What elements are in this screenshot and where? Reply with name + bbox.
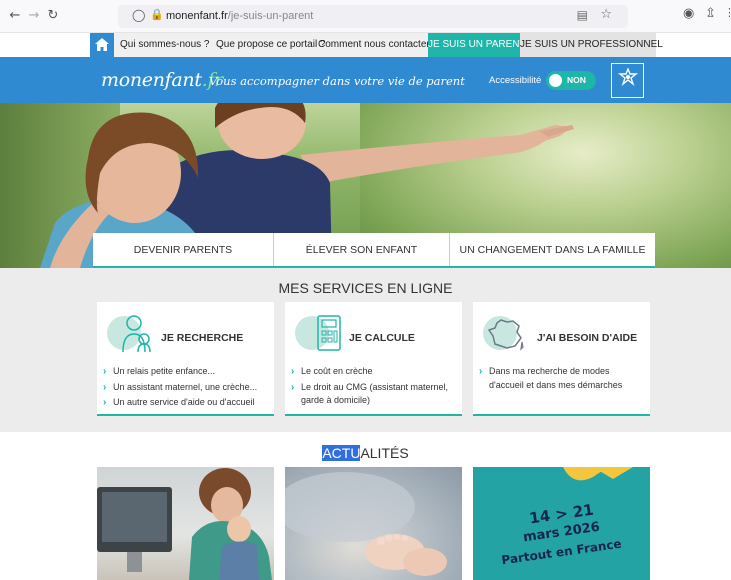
- card-links: › Un relais petite enfance... › Un assista…: [103, 365, 271, 412]
- site-logo[interactable]: monenfant.fr: [101, 69, 223, 91]
- news-card[interactable]: [97, 467, 274, 580]
- card-links: › Dans ma recherche de modes d'accueil et…: [479, 365, 639, 394]
- chevron-right-icon: ›: [479, 366, 483, 377]
- chevron-right-icon: ›: [291, 381, 295, 393]
- service-card-besoin-aide[interactable]: J'AI BESOIN D'AIDE › Dans ma recherche de…: [473, 302, 650, 416]
- site-tagline: Vous accompagner dans votre vie de paren…: [209, 74, 465, 88]
- nav-je-suis-parent[interactable]: JE SUIS UN PARENT: [428, 33, 526, 57]
- service-card-je-recherche[interactable]: JE RECHERCHE › Un relais petite enfance..…: [97, 302, 274, 416]
- nav-je-suis-professionnel[interactable]: JE SUIS UN PROFESSIONNEL: [520, 33, 663, 57]
- services-title: MES SERVICES EN LIGNE: [278, 280, 453, 296]
- site-header: monenfant.fr Vous accompagner dans votre…: [0, 57, 731, 103]
- reload-icon[interactable]: ↻: [44, 7, 62, 25]
- card-link[interactable]: › Un relais petite enfance...: [103, 365, 271, 379]
- card-link[interactable]: › Le coût en crèche: [291, 365, 459, 379]
- chevron-right-icon: ›: [103, 366, 107, 377]
- card-link[interactable]: › Un assistant maternel, une crèche...: [103, 381, 271, 395]
- top-navigation: Qui sommes-nous ? Que propose ce portail…: [90, 33, 663, 57]
- account-icon[interactable]: ◉: [683, 6, 694, 21]
- news-title: ACTUALITÉS: [322, 445, 409, 461]
- menu-icon[interactable]: ⋮: [724, 6, 731, 19]
- nav-qui-sommes-nous[interactable]: Qui sommes-nous ?: [120, 33, 209, 57]
- home-icon: [95, 38, 109, 51]
- parent-child-icon: [122, 315, 151, 353]
- nav-contact[interactable]: Comment nous contacter ?: [318, 33, 438, 57]
- tab-elever-son-enfant[interactable]: ÉLEVER SON ENFANT: [274, 233, 449, 266]
- card-title: J'AI BESOIN D'AIDE: [537, 332, 638, 344]
- accessibility-toggle[interactable]: NON: [546, 71, 596, 90]
- news-photo-mother-computer: [97, 468, 272, 580]
- bookmark-star-icon[interactable]: ☆: [600, 7, 612, 22]
- news-card[interactable]: 14 > 21 mars 2026 Partout en France: [473, 467, 650, 580]
- reader-view-icon[interactable]: ▤: [577, 8, 588, 22]
- caf-emblem-icon: [618, 68, 638, 86]
- news-card[interactable]: [285, 467, 462, 580]
- news-photo-baby-feet: [285, 472, 447, 576]
- card-title: JE CALCULE: [349, 332, 415, 344]
- france-map-icon: [487, 319, 524, 351]
- url-text[interactable]: monenfant.fr/je-suis-un-parent: [166, 10, 313, 22]
- card-link[interactable]: › Dans ma recherche de modes d'accueil et…: [479, 365, 639, 392]
- tab-devenir-parents[interactable]: DEVENIR PARENTS: [93, 233, 273, 266]
- tab-changement-famille[interactable]: UN CHANGEMENT DANS LA FAMILLE: [450, 233, 655, 266]
- address-bar[interactable]: ◯ 🔒 monenfant.fr/je-suis-un-parent ▤ ☆: [118, 5, 628, 28]
- accessibility-value: NON: [567, 75, 586, 85]
- card-title: JE RECHERCHE: [161, 332, 244, 344]
- back-icon[interactable]: ←: [6, 7, 24, 25]
- card-link[interactable]: › Le droit au CMG (assistant maternel, ga…: [291, 381, 459, 408]
- caf-logo[interactable]: [611, 63, 644, 98]
- forward-icon[interactable]: →: [25, 7, 43, 25]
- card-link[interactable]: › Un autre service d'aide ou d'accueil: [103, 396, 271, 410]
- services-section: MES SERVICES EN LIGNE JE RECHERCHE › Un r…: [0, 268, 731, 432]
- accessibility-label: Accessibilité: [489, 75, 542, 86]
- calculator-icon: [317, 315, 341, 351]
- chevron-right-icon: ›: [291, 366, 295, 377]
- home-button[interactable]: [90, 33, 114, 57]
- service-card-je-calcule[interactable]: JE CALCULE › Le coût en crèche › Le droit …: [285, 302, 462, 416]
- browser-toolbar: ← → ↻ ◯ 🔒 monenfant.fr/je-suis-un-parent…: [0, 0, 731, 33]
- category-tabs: DEVENIR PARENTS ÉLEVER SON ENFANT UN CHA…: [93, 233, 655, 268]
- toggle-knob: [549, 74, 562, 87]
- chevron-right-icon: ›: [103, 381, 107, 393]
- chevron-right-icon: ›: [103, 397, 107, 408]
- lock-icon[interactable]: 🔒: [150, 8, 164, 21]
- shield-icon[interactable]: ◯: [132, 8, 145, 22]
- extensions-icon[interactable]: ⇫: [705, 6, 716, 21]
- card-links: › Le coût en crèche › Le droit au CMG (ass…: [291, 365, 459, 410]
- nav-que-propose[interactable]: Que propose ce portail ?: [216, 33, 326, 57]
